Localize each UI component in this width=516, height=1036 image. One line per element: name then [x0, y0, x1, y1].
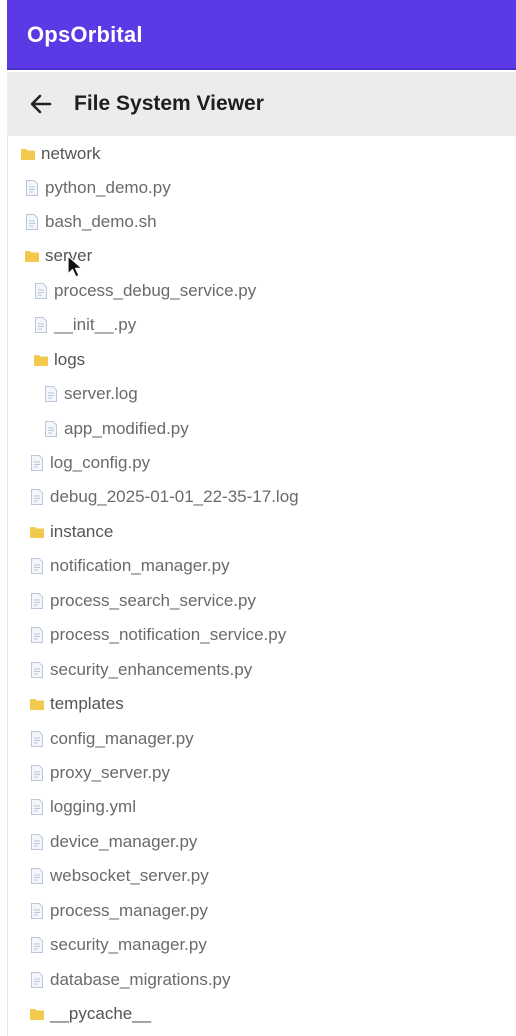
- file-row[interactable]: log_config.py: [30, 448, 150, 478]
- file-name: process_notification_service.py: [50, 625, 287, 644]
- file-icon: [30, 661, 44, 679]
- file-name: config_manager.py: [50, 729, 194, 748]
- file-icon: [30, 454, 44, 472]
- folder-icon: [25, 247, 39, 265]
- file-name: device_manager.py: [50, 832, 198, 851]
- file-name: database_migrations.py: [50, 970, 231, 989]
- file-row[interactable]: config_manager.py: [30, 724, 194, 754]
- file-icon: [30, 936, 44, 954]
- file-row[interactable]: process_notification_service.py: [30, 620, 286, 650]
- file-name: log_config.py: [50, 453, 151, 472]
- folder-name: logs: [54, 350, 86, 369]
- file-icon: [30, 488, 44, 506]
- folder-row[interactable]: logs: [34, 345, 85, 375]
- folder-name: templates: [50, 694, 124, 713]
- file-row[interactable]: app_modified.py: [44, 414, 189, 444]
- file-icon: [44, 420, 58, 438]
- folder-row[interactable]: network: [21, 139, 101, 169]
- file-icon: [25, 213, 39, 231]
- back-button[interactable]: [23, 86, 59, 122]
- file-row[interactable]: security_enhancements.py: [30, 655, 252, 685]
- folder-name: server: [45, 246, 93, 265]
- file-name: __init__.py: [54, 315, 137, 334]
- file-icon: [30, 592, 44, 610]
- file-icon: [34, 316, 48, 334]
- folder-icon: [34, 351, 48, 369]
- file-row[interactable]: security_manager.py: [30, 930, 207, 960]
- file-row[interactable]: python_demo.py: [25, 173, 171, 203]
- file-icon: [30, 833, 44, 851]
- file-icon: [30, 798, 44, 816]
- file-row[interactable]: logging.yml: [30, 792, 136, 822]
- folder-icon: [30, 695, 44, 713]
- file-icon: [30, 971, 44, 989]
- file-icon: [30, 626, 44, 644]
- file-name: app_modified.py: [64, 419, 189, 438]
- file-name: security_manager.py: [50, 935, 207, 954]
- file-icon: [30, 557, 44, 575]
- folder-row[interactable]: instance: [30, 517, 113, 547]
- folder-row[interactable]: templates: [30, 689, 124, 719]
- file-icon: [30, 730, 44, 748]
- file-icon: [30, 902, 44, 920]
- file-row[interactable]: bash_demo.sh: [25, 207, 157, 237]
- file-name: python_demo.py: [45, 178, 171, 197]
- folder-icon: [30, 523, 44, 541]
- file-name: server.log: [64, 384, 138, 403]
- header-bar: File System Viewer: [7, 72, 516, 136]
- arrow-left-icon: [30, 94, 52, 114]
- file-row[interactable]: database_migrations.py: [30, 965, 231, 995]
- folder-name: __pycache__: [50, 1004, 152, 1023]
- folder-row[interactable]: __pycache__: [30, 999, 151, 1029]
- file-row[interactable]: process_search_service.py: [30, 586, 256, 616]
- file-row[interactable]: __init__.py: [34, 310, 136, 340]
- folder-name: network: [41, 144, 101, 163]
- file-row[interactable]: process_debug_service.py: [34, 276, 256, 306]
- file-name: debug_2025-01-01_22-35-17.log: [50, 487, 299, 506]
- folder-row[interactable]: server: [25, 241, 92, 271]
- file-name: process_debug_service.py: [54, 281, 257, 300]
- folder-icon: [21, 145, 35, 163]
- file-row[interactable]: websocket_server.py: [30, 861, 209, 891]
- file-name: process_search_service.py: [50, 591, 256, 610]
- file-icon: [44, 385, 58, 403]
- file-row[interactable]: server.log: [44, 379, 138, 409]
- file-icon: [30, 764, 44, 782]
- file-name: logging.yml: [50, 797, 136, 816]
- file-tree: network python_demo.py bash_demo.shserver p…: [7, 136, 516, 1036]
- folder-name: instance: [50, 522, 114, 541]
- file-row[interactable]: proxy_server.py: [30, 758, 170, 788]
- file-name: bash_demo.sh: [45, 212, 157, 231]
- file-row[interactable]: device_manager.py: [30, 827, 197, 857]
- app-title: OpsOrbital: [27, 22, 143, 47]
- page-title: File System Viewer: [74, 92, 264, 115]
- screen: OpsOrbital File System Viewer network pyt…: [0, 0, 516, 1036]
- file-name: process_manager.py: [50, 901, 208, 920]
- file-row[interactable]: notification_manager.py: [30, 551, 230, 581]
- app-bar: OpsOrbital: [7, 0, 516, 70]
- file-name: proxy_server.py: [50, 763, 170, 782]
- file-name: notification_manager.py: [50, 556, 230, 575]
- file-name: security_enhancements.py: [50, 660, 253, 679]
- file-row[interactable]: process_manager.py: [30, 896, 208, 926]
- file-icon: [30, 867, 44, 885]
- file-row[interactable]: debug_2025-01-01_22-35-17.log: [30, 482, 299, 512]
- file-icon: [34, 282, 48, 300]
- folder-icon: [30, 1005, 44, 1023]
- file-name: websocket_server.py: [50, 866, 209, 885]
- file-icon: [25, 179, 39, 197]
